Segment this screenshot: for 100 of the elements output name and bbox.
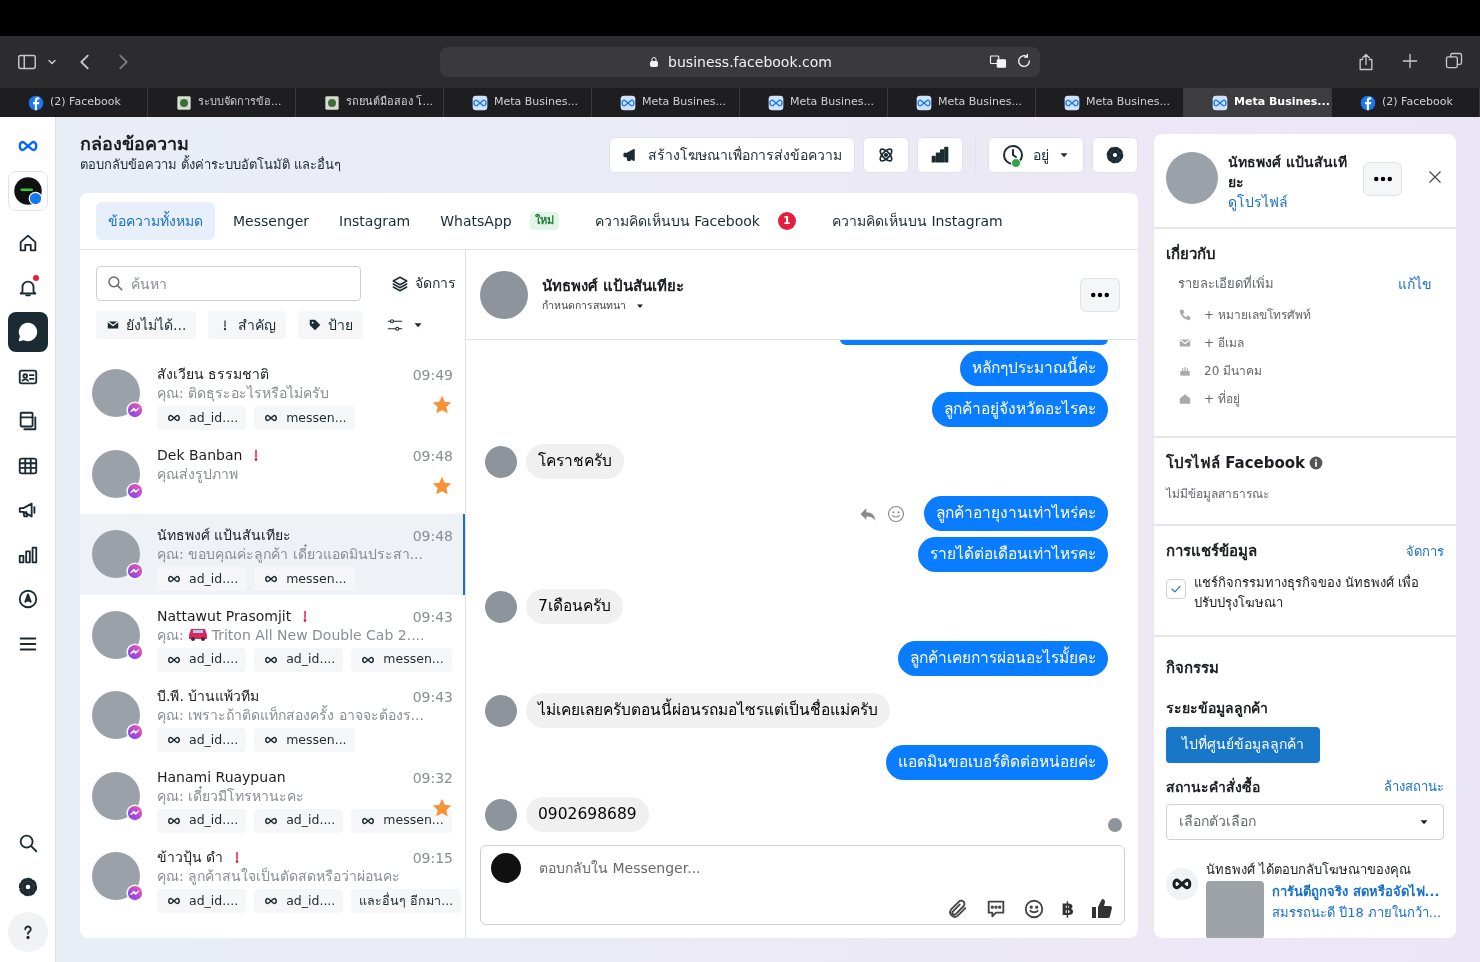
smiley-icon[interactable]	[886, 503, 906, 524]
message-bubble: 0902698689	[526, 797, 649, 832]
avatar-photo	[485, 694, 517, 727]
conversation-tag[interactable]: ad_id....	[157, 567, 247, 591]
contact-name: นัทธพงศ์ แป้นสันเทียะ	[1228, 153, 1348, 192]
conversation-tag[interactable]: messen...	[254, 567, 355, 591]
avatar-photo	[1166, 152, 1218, 204]
conversation-tag[interactable]: messen...	[254, 406, 355, 430]
close-button[interactable]	[1426, 168, 1444, 186]
conversation-tag[interactable]: ad_id....	[254, 647, 344, 672]
message-time: 09:43	[412, 688, 453, 707]
tabs-icon[interactable]	[1444, 51, 1464, 71]
filter-chip[interactable]: ป้าย	[298, 311, 364, 339]
conversation-tag[interactable]: ad_id....	[254, 889, 344, 913]
avatar-photo	[92, 852, 140, 900]
status-dot	[1011, 158, 1021, 168]
address-bar[interactable]: business.facebook.com	[440, 47, 1040, 77]
manage-button[interactable]: จัดการ	[381, 269, 465, 298]
contact-name: นัทธพงศ์ แป้นสันเทียะ	[542, 276, 686, 298]
emoji-button[interactable]	[1023, 897, 1046, 920]
conversation-tag[interactable]: ad_id....	[157, 808, 247, 833]
phone-icon	[1178, 307, 1192, 322]
more-button[interactable]	[1363, 162, 1402, 196]
count-badge: 1	[777, 212, 796, 230]
settings-button[interactable]	[1092, 137, 1138, 173]
detail-text: 20 มีนาคม	[1204, 362, 1263, 380]
manage-link[interactable]: จัดการ	[1406, 540, 1444, 563]
status-dropdown[interactable]: อยู่	[988, 137, 1084, 173]
reload-icon[interactable]	[1016, 53, 1032, 69]
more-button[interactable]	[1080, 277, 1120, 312]
conversation-tag[interactable]: และอื่นๆ อีกมา...	[351, 889, 462, 913]
conversation-item[interactable]: บี.พี. บ้านแพ้วทีม คุณ: เพราะถ้าติดแท็กสองครั้ง อาจจะต้องร... ad_id.... messen... 09:43	[80, 675, 465, 756]
conversation-tag[interactable]: ad_id....	[157, 647, 247, 672]
message-time: 09:15	[412, 849, 453, 868]
conversation-tag[interactable]: ad_id....	[157, 889, 247, 913]
inbox-tab[interactable]: ความคิดเห็นบน Instagram	[819, 202, 1015, 240]
messenger-badge-icon	[126, 723, 144, 741]
filter-chip[interactable]: สำคัญ	[208, 311, 287, 339]
inbox-tab[interactable]: ความคิดเห็นบน Facebook	[582, 202, 772, 240]
inbox-tab[interactable]: ข้อความทั้งหมด	[96, 202, 215, 240]
conversation-item[interactable]: สังเวียน ธรรมชาติ คุณ: ติดธุระอะไรหรือไม่ครับ ad_id.... messen... 09:49	[80, 353, 465, 434]
message-bubble: ลูกค้าเคยการผ่อนอะไรมั้ยคะ	[898, 641, 1108, 676]
conversation-tag[interactable]: messen...	[351, 808, 452, 833]
section-title: การแชร์ข้อมูล	[1166, 541, 1257, 563]
edit-link[interactable]: แก้ไข	[1398, 273, 1432, 295]
page-avatar	[491, 853, 521, 883]
infinity-icon	[1166, 867, 1198, 900]
message-preview: Triton All New Double Cab 2....	[211, 625, 425, 645]
site-favicon-icon	[324, 94, 340, 111]
close-icon	[1426, 168, 1444, 186]
conversation-item[interactable]: Hanami Ruaypuan คุณ: เดี๋ยวมีโทรหานะคะ ad_id.... ad_id.... messen... 09:32	[80, 755, 465, 836]
conversation-item[interactable]: ข้าวปุ้น ดำ คุณ: ลูกค้าสนใจเป็นตัดสดหรือว่าผ่อนคะ ad_id.... ad_id.... และอื่นๆ อีกมา... 09:15	[80, 836, 465, 917]
ad-link[interactable]: สมรรถนะดี ปี18 ภายในกว้า...	[1272, 905, 1442, 920]
message-time: 09:32	[412, 768, 453, 788]
conversation-tag[interactable]: ad_id....	[254, 808, 344, 833]
conversation-item[interactable]: Nattawut Prasomjit คุณ: Triton All New Double Cab 2.... ad_id.... ad_id.... messen... 09:43	[80, 594, 465, 675]
info-icon	[1309, 456, 1324, 471]
customer-center-button[interactable]: ไปที่ศูนย์ข้อมูลลูกค้า	[1166, 726, 1320, 763]
inbox-tab[interactable]: WhatsApp	[428, 202, 524, 240]
automation-button[interactable]	[863, 137, 909, 173]
conversation-tag[interactable]: messen...	[351, 647, 452, 672]
browser-tab[interactable]: Meta Busines...	[1184, 88, 1332, 117]
payment-button[interactable]: ฿	[1061, 895, 1074, 922]
message-bubble: ลูกค้าอยู่จังหวัดอะไรคะ	[932, 392, 1108, 427]
conversation-item[interactable]: Dek Banban คุณส่งรูปภาพ 09:48	[80, 433, 465, 514]
conversation-tag[interactable]: messen...	[254, 728, 355, 752]
infinity-logo-icon	[1064, 94, 1080, 111]
clock-icon	[1001, 143, 1025, 167]
view-profile-link[interactable]: ดูโปรไฟล์	[1228, 194, 1288, 210]
inbox-tab[interactable]: Messenger	[221, 202, 322, 240]
chat-icon	[16, 321, 39, 343]
infinity-logo-icon	[1212, 94, 1228, 111]
order-status-select[interactable]: เลือกตัวเลือก	[1166, 803, 1444, 840]
avatar-photo	[92, 771, 140, 820]
search-field[interactable]: ค้นหา	[96, 266, 361, 301]
logo-icon	[1360, 94, 1376, 111]
filter-chip[interactable]: ยังไม่ได้...	[96, 311, 197, 339]
nav-button[interactable]	[7, 312, 48, 352]
message-bubble: รายได้ต่อเดือนเท่าไหรคะ	[918, 537, 1108, 572]
tag-icon	[308, 318, 323, 332]
conversation-settings-link[interactable]: กำหนดการสนทนา	[542, 297, 626, 314]
settings-icon	[1105, 145, 1125, 165]
ad-link[interactable]: การันตีถูกจริง สดหรือจัดไฟ...	[1272, 884, 1440, 899]
conversation-tag[interactable]: ad_id....	[157, 728, 247, 752]
checkbox[interactable]	[1166, 578, 1186, 599]
detail-text: + หมายเลขโทรศัพท์	[1204, 306, 1311, 324]
atom-icon	[876, 145, 896, 165]
message-preview: คุณ: เพราะถ้าติดแท็กสองครั้ง อาจจะต้องร...	[157, 705, 424, 725]
message-preview: คุณส่งรูปภาพ	[157, 464, 238, 484]
conversation-tag[interactable]: ad_id....	[157, 406, 247, 430]
create-ad-button[interactable]: สร้างโฆษณาเพื่อการส่งข้อความ	[609, 137, 855, 173]
site-favicon-icon	[176, 94, 192, 111]
plus-icon[interactable]	[1400, 51, 1420, 71]
inbox-tab[interactable]: Instagram	[327, 202, 423, 240]
conversation-item[interactable]: นัทธพงศ์ แป้นสันเทียะ คุณ: ขอบคุณค่ะลูกค้า เดี๋ยวแอดมินประสา... ad_id.... messen... 09:48	[80, 514, 465, 595]
like-button[interactable]	[1090, 896, 1114, 921]
translate-icon[interactable]	[988, 53, 1008, 71]
clear-status-link[interactable]: ล้างสถานะ	[1384, 776, 1444, 798]
insights-button[interactable]	[917, 137, 963, 173]
account-switcher[interactable]	[7, 171, 48, 211]
